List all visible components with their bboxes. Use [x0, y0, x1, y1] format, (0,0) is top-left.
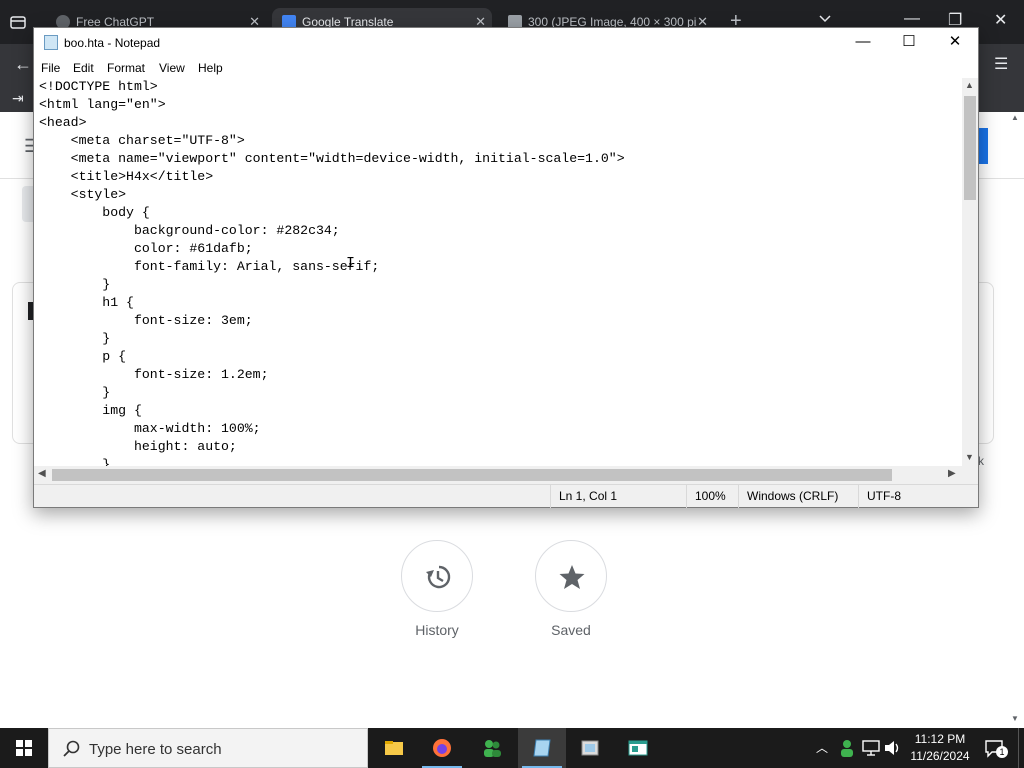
scroll-left-icon[interactable]: ◀ — [38, 468, 46, 479]
browser-close-button[interactable]: ✕ — [994, 10, 1007, 30]
vertical-scrollbar[interactable]: ▲ ▼ — [962, 78, 978, 466]
taskbar-photos-app[interactable] — [566, 728, 614, 768]
notepad-title-bar[interactable]: boo.hta - Notepad — ☐ ✕ — [34, 28, 978, 58]
saved-button[interactable] — [535, 540, 607, 612]
page-scroll-up-icon[interactable]: ▲ — [1011, 113, 1019, 122]
notepad-title: boo.hta - Notepad — [64, 36, 161, 50]
window-app-icon — [628, 740, 648, 756]
notepad-icon — [533, 739, 551, 757]
horizontal-scrollbar[interactable]: ◀ ▶ — [34, 466, 962, 484]
search-icon — [63, 740, 80, 757]
code-line: <head> — [39, 115, 87, 130]
code-line: max-width: 100%; — [39, 421, 261, 436]
scroll-down-icon[interactable]: ▼ — [965, 452, 974, 462]
notepad-minimize-button[interactable]: — — [840, 28, 886, 58]
menu-view[interactable]: View — [159, 61, 185, 75]
horizontal-scroll-thumb[interactable] — [52, 469, 892, 481]
code-line: font-size: 1.2em; — [39, 367, 269, 382]
notepad-close-button[interactable]: ✕ — [932, 28, 978, 58]
menu-file[interactable]: File — [41, 61, 60, 75]
saved-label: Saved — [551, 622, 591, 638]
code-line: <meta charset="UTF-8"> — [39, 133, 245, 148]
taskbar-window-app[interactable] — [614, 728, 662, 768]
code-line: font-size: 3em; — [39, 313, 253, 328]
history-button[interactable] — [401, 540, 473, 612]
code-line: } — [39, 331, 111, 346]
code-line: p { — [39, 349, 127, 364]
code-line: img { — [39, 403, 142, 418]
code-line: font-family: Arial, sans-serif; — [39, 259, 380, 274]
chevron-down-icon[interactable] — [818, 12, 832, 26]
taskbar-notepad[interactable] — [518, 728, 566, 768]
code-line: <!DOCTYPE html> — [39, 79, 158, 94]
notepad-status-bar: Ln 1, Col 1 100% Windows (CRLF) UTF-8 — [34, 484, 978, 508]
notepad-menu-bar: File Edit Format View Help — [34, 58, 978, 78]
people-tray-icon[interactable] — [838, 738, 856, 758]
taskbar-people-app[interactable] — [468, 728, 516, 768]
taskbar-search-box[interactable]: Type here to search — [48, 728, 368, 768]
encoding: UTF-8 — [858, 485, 978, 508]
tab-search-icon[interactable] — [8, 12, 28, 32]
menu-format[interactable]: Format — [107, 61, 145, 75]
taskbar-clock[interactable]: 11:12 PM 11/26/2024 — [902, 731, 978, 765]
windows-start-icon[interactable] — [0, 728, 48, 768]
code-line: height: auto; — [39, 439, 237, 454]
notification-center-icon[interactable]: 1 — [984, 738, 1008, 758]
notepad-window: boo.hta - Notepad — ☐ ✕ File Edit Format… — [33, 27, 979, 508]
code-line: body { — [39, 205, 150, 220]
search-placeholder: Type here to search — [89, 741, 222, 758]
code-line: <title>H4x</title> — [39, 169, 214, 184]
star-icon — [559, 565, 585, 589]
show-desktop-button[interactable] — [1018, 728, 1024, 768]
code-line: background-color: #282c34; — [39, 223, 340, 238]
sign-in-icon[interactable]: ⇥ — [12, 90, 24, 107]
vertical-scroll-thumb[interactable] — [964, 96, 976, 200]
show-hidden-icons-chevron-up-icon[interactable]: ︿ — [816, 739, 828, 768]
history-label: History — [415, 622, 459, 638]
line-ending: Windows (CRLF) — [738, 485, 858, 508]
page-scroll-down-icon[interactable]: ▼ — [1011, 714, 1019, 723]
code-line: color: #61dafb; — [39, 241, 253, 256]
taskbar-firefox[interactable] — [418, 728, 466, 768]
people-icon — [484, 740, 501, 757]
scrollbar-corner — [962, 466, 978, 484]
photos-icon — [581, 740, 599, 756]
mouse-ibeam-cursor-icon: I — [346, 255, 356, 272]
scroll-right-icon[interactable]: ▶ — [948, 468, 956, 479]
back-arrow-icon[interactable]: ← — [14, 54, 32, 75]
scroll-up-icon[interactable]: ▲ — [965, 80, 974, 90]
browser-minimize-button[interactable]: — — [904, 10, 920, 28]
network-icon[interactable] — [862, 740, 880, 756]
menu-edit[interactable]: Edit — [73, 61, 94, 75]
code-line: } — [39, 385, 111, 400]
notification-count-badge: 1 — [996, 746, 1008, 758]
notepad-text-area[interactable]: <!DOCTYPE html> <html lang="en"> <head> <m… — [34, 78, 962, 466]
notepad-maximize-button[interactable]: ☐ — [886, 28, 932, 58]
cursor-position: Ln 1, Col 1 — [550, 485, 686, 508]
windows-taskbar: Type here to search ︿ 11:12 PM 11/26/202… — [0, 728, 1024, 768]
code-line: } — [39, 277, 111, 292]
volume-icon[interactable] — [884, 740, 902, 756]
code-line: <html lang="en"> — [39, 97, 166, 112]
code-line: <meta name="viewport" content="width=dev… — [39, 151, 625, 166]
code-line: h1 { — [39, 295, 134, 310]
clock-date: 11/26/2024 — [910, 749, 970, 763]
firefox-icon — [433, 739, 451, 757]
notepad-icon — [44, 35, 58, 50]
code-line: } — [39, 457, 111, 466]
code-line: <style> — [39, 187, 127, 202]
zoom-level: 100% — [686, 485, 738, 508]
menu-icon[interactable]: ☰ — [994, 54, 1008, 74]
taskbar-file-explorer[interactable] — [370, 728, 418, 768]
clock-time: 11:12 PM — [914, 732, 966, 746]
history-icon — [426, 565, 451, 589]
folder-icon — [385, 741, 403, 755]
menu-help[interactable]: Help — [198, 61, 223, 75]
